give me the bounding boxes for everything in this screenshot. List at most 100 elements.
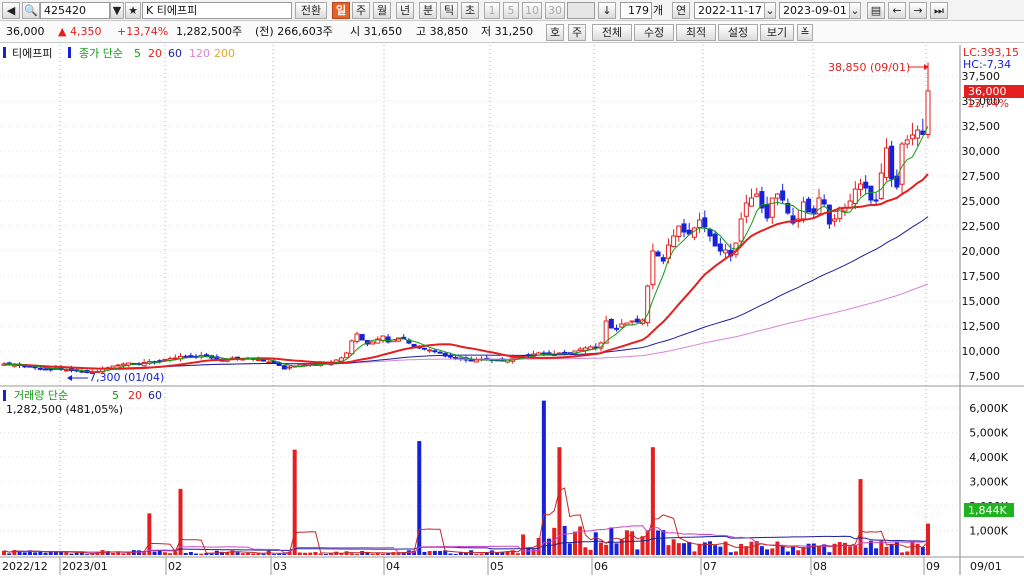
time-tick-label: 05 <box>490 560 504 573</box>
volume-bar <box>33 552 38 555</box>
period-second-button[interactable]: 초 <box>461 2 479 19</box>
volume-value: 1,282,500주 <box>176 25 243 38</box>
volume-bar <box>609 527 614 555</box>
legend-marker-icon <box>3 47 6 58</box>
volume-legend-ma60: 60 <box>148 389 162 402</box>
view-button[interactable]: 보기 <box>760 24 794 41</box>
period-day-button[interactable]: 일 <box>332 2 350 19</box>
volume-bar <box>256 553 261 555</box>
price-tick-label: 17,500 <box>962 270 1001 283</box>
period-month-button[interactable]: 월 <box>373 2 391 19</box>
volume-bar <box>837 542 842 555</box>
period-tick-button[interactable]: 틱 <box>440 2 458 19</box>
volume-bar <box>474 553 479 555</box>
candle-body <box>63 369 69 372</box>
download-icon[interactable]: ↓ <box>598 2 616 19</box>
prev-code-icon[interactable]: ◀ <box>2 2 20 19</box>
volume-legend-title: 거래량 단순 <box>14 389 68 402</box>
year-button[interactable]: 연 <box>672 2 690 19</box>
period-minute-button[interactable]: 분 <box>419 2 437 19</box>
chart-area[interactable]: 37,500 35,000 32,500 30,000 27,500 25,000 22,5… <box>0 43 1024 575</box>
volume-bar <box>562 525 567 555</box>
candle-body <box>826 204 832 225</box>
volume-bar <box>536 537 541 555</box>
volume-bar <box>598 542 603 555</box>
candle-body <box>780 190 786 201</box>
candle-body <box>749 197 755 207</box>
volume-bar <box>152 551 157 555</box>
volume-bar <box>417 441 422 555</box>
end-date-dropdown-icon[interactable]: ⌄ <box>849 2 861 19</box>
volume-bar <box>707 541 712 555</box>
scroll-end-icon[interactable]: ⏭ <box>930 2 948 19</box>
volume-bar <box>209 553 214 555</box>
volume-bar <box>178 488 183 555</box>
time-tick-label: 09/01 <box>970 560 1002 573</box>
scroll-left-icon[interactable]: ← <box>888 2 906 19</box>
price-tick-label: 22,500 <box>962 220 1001 233</box>
save-icon[interactable]: ▤ <box>867 2 885 19</box>
search-icon[interactable]: 🔍 <box>22 2 40 19</box>
volume-bar <box>780 545 785 555</box>
volume-bar <box>567 543 572 555</box>
volume-tick-label: 3,000K <box>969 476 1008 489</box>
candle-body <box>255 359 261 361</box>
volume-bar <box>775 541 780 555</box>
start-date-dropdown-icon[interactable]: ⌄ <box>764 2 776 19</box>
volume-bar <box>147 513 152 555</box>
volume-bar <box>656 530 661 555</box>
stock-chart[interactable]: 37,50035,00032,50030,00027,50025,00022,5… <box>0 43 1024 575</box>
hoga-button[interactable]: 호 <box>546 24 564 41</box>
candle-body <box>359 334 365 341</box>
volume-bar <box>448 553 453 555</box>
settings-button[interactable]: 설정 <box>718 24 758 41</box>
candle-body <box>707 228 713 237</box>
volume-bar <box>884 546 889 555</box>
stock-button[interactable]: 주 <box>568 24 586 41</box>
candle-body <box>764 204 770 219</box>
candle-body <box>738 218 744 242</box>
volume-bar <box>464 553 468 555</box>
optimize-button[interactable]: 최적 <box>676 24 716 41</box>
custom-minute-field[interactable] <box>567 2 595 19</box>
count-input[interactable]: 179 <box>620 2 652 19</box>
volume-bar <box>121 553 126 555</box>
volume-bar <box>427 551 432 555</box>
volume-bar <box>479 553 484 555</box>
period-week-button[interactable]: 주 <box>352 2 370 19</box>
volume-bar <box>759 546 764 555</box>
code-input[interactable]: 425420 <box>40 2 110 19</box>
scroll-right-icon[interactable]: → <box>909 2 927 19</box>
candle-body <box>577 348 583 352</box>
star-icon[interactable]: ★ <box>125 2 141 19</box>
candle-body <box>852 188 858 205</box>
period-year-button[interactable]: 년 <box>396 2 414 19</box>
minute-5-button[interactable]: 5 <box>503 2 519 19</box>
candle-body <box>774 193 780 199</box>
time-tick-label: 06 <box>594 560 608 573</box>
volume-bar <box>489 550 494 555</box>
volume-bar <box>370 553 375 555</box>
candle-body <box>800 201 806 220</box>
volume-bar <box>682 543 687 555</box>
minute-30-button[interactable]: 30 <box>545 2 565 19</box>
code-dropdown-icon[interactable]: ▼ <box>110 2 124 19</box>
minute-1-button[interactable]: 1 <box>484 2 500 19</box>
candle-body <box>717 243 723 252</box>
minute-10-button[interactable]: 10 <box>522 2 542 19</box>
candle-body <box>702 217 708 228</box>
collapse-icon[interactable]: ≚ <box>797 24 813 41</box>
volume-bar <box>765 549 770 555</box>
all-button[interactable]: 전체 <box>592 24 632 41</box>
adjust-button[interactable]: 수정 <box>634 24 674 41</box>
volume-bar <box>271 554 276 555</box>
volume-bar <box>235 552 240 555</box>
volume-bar <box>926 523 930 555</box>
volume-bar <box>531 549 536 555</box>
candle-body <box>354 333 360 342</box>
convert-button[interactable]: 전환 <box>295 2 327 19</box>
candle-body <box>614 327 620 330</box>
candle-body <box>37 367 43 370</box>
volume-legend-value: 1,282,500 (481,05%) <box>6 403 123 416</box>
legend-ma5: 5 <box>134 47 141 60</box>
